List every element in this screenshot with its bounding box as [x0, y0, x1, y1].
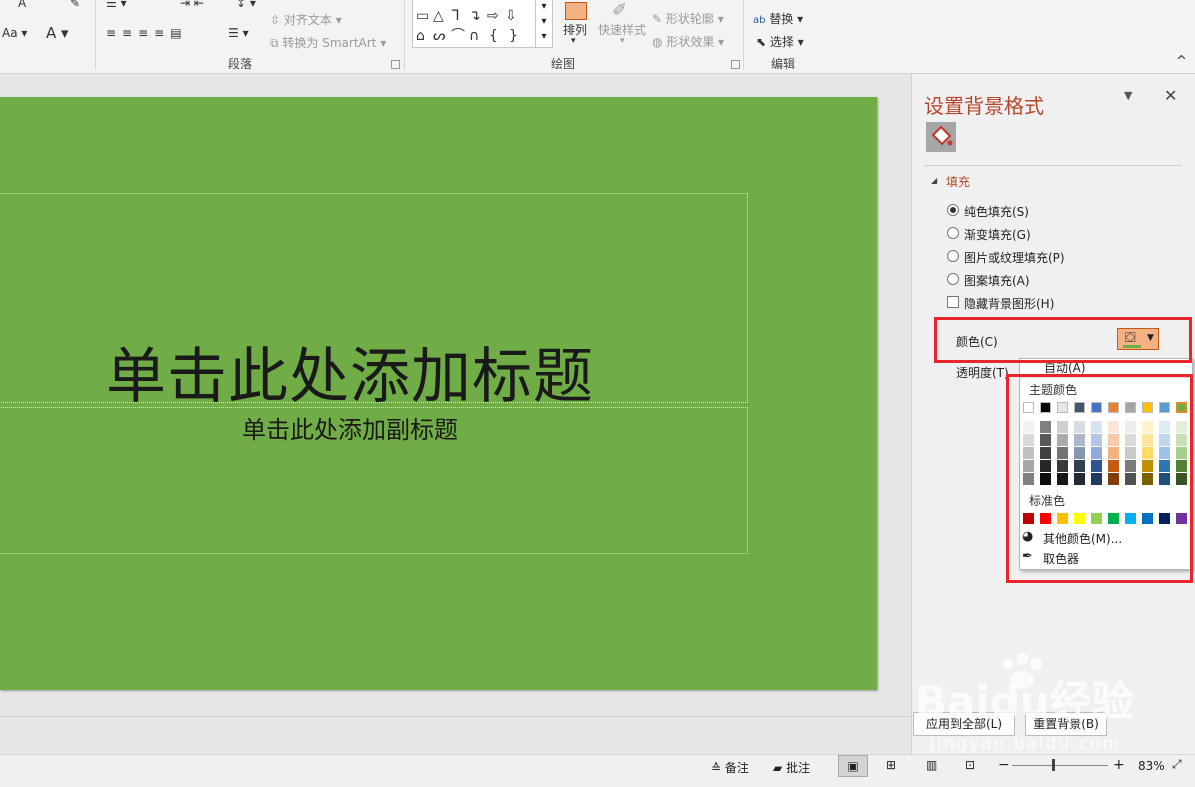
collapse-fill-icon[interactable]: ◢: [931, 176, 937, 185]
picture-fill-label[interactable]: 图片或纹理填充(P): [964, 249, 1065, 266]
quick-styles-icon: ✐: [612, 0, 628, 21]
slide-title[interactable]: 单击此处添加标题: [0, 328, 700, 415]
arrange-icon: [565, 2, 587, 20]
shape-effects-label: 形状效果: [666, 35, 715, 49]
collapse-ribbon-icon[interactable]: ^: [1176, 54, 1187, 69]
drawing-group-label: 绘图: [551, 57, 576, 71]
zoom-out-icon[interactable]: −: [998, 757, 1010, 773]
panel-divider: [924, 165, 1182, 166]
paragraph-group-label: 段落: [228, 57, 253, 71]
font-size-dropdown[interactable]: Aa ▾: [2, 26, 27, 40]
slide-subtitle[interactable]: 单击此处添加副标题: [0, 410, 700, 445]
replace-button[interactable]: ab 替换 ▾: [753, 10, 803, 27]
notes-label: 备注: [724, 761, 749, 775]
elbow-arrow-icon[interactable]: ↴: [469, 9, 481, 23]
ribbon: Aa ▾ A ▾ A ✎ ☰ ▾ ⇥ ⇤ ↕ ▾ ≡≡≡≡▤ ☰ ▾ ⇳ 对齐文…: [0, 0, 1195, 74]
highlight-color-menu: [1006, 374, 1193, 583]
reading-view-icon[interactable]: ▥: [926, 758, 937, 772]
select-label: 选择: [769, 35, 794, 49]
cursor-icon: ⬉: [756, 35, 767, 49]
comments-button[interactable]: ▰ 批注: [773, 759, 810, 776]
fit-slide-icon[interactable]: ⤢: [1172, 757, 1182, 772]
font-color-button[interactable]: A ▾: [46, 24, 69, 42]
left-brace-shape-icon[interactable]: {: [489, 29, 498, 43]
normal-view-icon[interactable]: ▣: [838, 755, 868, 777]
pattern-fill-radio[interactable]: [947, 273, 959, 285]
connector-shape-icon[interactable]: ᒣ: [451, 9, 460, 23]
font-color-icon[interactable]: A: [18, 0, 26, 10]
solid-fill-label[interactable]: 纯色填充(S): [964, 203, 1029, 220]
down-arrow-shape-icon[interactable]: ⇩: [505, 9, 517, 23]
comment-icon: ▰: [773, 761, 783, 775]
fill-bucket-tab-icon[interactable]: [926, 122, 956, 152]
replace-icon: ab: [753, 15, 766, 26]
zoom-slider[interactable]: [1012, 765, 1108, 766]
rectangle-shape-icon[interactable]: ▭: [416, 9, 429, 23]
align-text-label: 对齐文本: [283, 13, 332, 27]
fill-bucket-icon: [931, 125, 953, 146]
zoom-in-icon[interactable]: +: [1113, 757, 1125, 773]
right-arrow-shape-icon[interactable]: ⇨: [487, 9, 499, 23]
notes-pane[interactable]: [0, 716, 910, 755]
hide-bg-graphics-checkbox[interactable]: [947, 296, 959, 308]
curve-shape-icon[interactable]: ∩: [469, 29, 479, 43]
pattern-fill-label[interactable]: 图案填充(A): [964, 272, 1030, 289]
notes-button[interactable]: ≙ 备注: [711, 759, 749, 776]
status-bar: ≙ 备注 ▰ 批注 ▣ ⊞ ▥ ⊡ − + 83% ⤢: [0, 754, 1195, 787]
scribble-shape-icon[interactable]: ᔕ: [433, 29, 445, 43]
slideshow-icon[interactable]: ⊡: [965, 758, 975, 772]
shapes-gallery[interactable]: ▭ △ ᒣ ↴ ⇨ ⇩ ⌂ ᔕ ⌒ ∩ { }: [412, 0, 536, 48]
solid-fill-radio[interactable]: [947, 204, 959, 216]
comments-label: 批注: [786, 761, 811, 775]
zoom-level[interactable]: 83%: [1138, 759, 1165, 773]
effects-icon: ◍: [652, 35, 663, 49]
paragraph-launcher-icon[interactable]: [391, 60, 400, 69]
panel-options-icon[interactable]: ▼: [1124, 89, 1132, 102]
gradient-fill-radio[interactable]: [947, 227, 959, 239]
shape-outline-button[interactable]: ✎ 形状轮廓 ▾: [652, 10, 724, 27]
fill-section-label[interactable]: 填充: [946, 173, 970, 190]
columns-button[interactable]: ☰ ▾: [228, 26, 249, 40]
replace-label: 替换: [769, 12, 794, 26]
highlight-color-row: [934, 317, 1192, 363]
arc-shape-icon[interactable]: ⌒: [451, 29, 465, 43]
hide-bg-graphics-label[interactable]: 隐藏背景图形(H): [964, 295, 1054, 312]
select-button[interactable]: ⬉ 选择 ▾: [756, 33, 804, 50]
shape-outline-label: 形状轮廓: [665, 12, 714, 26]
paw-logo-icon: [996, 652, 1052, 692]
convert-smartart-label: 转换为 SmartArt: [282, 36, 377, 50]
pen-outline-icon: ✎: [652, 12, 663, 26]
align-text-icon: ⇳: [270, 13, 281, 27]
alignment-buttons[interactable]: ≡≡≡≡▤: [106, 26, 188, 40]
right-brace-shape-icon[interactable]: }: [509, 29, 518, 43]
baidu-watermark-url: jingyan.baidu.com: [930, 734, 1121, 754]
editing-group-label: 编辑: [771, 57, 796, 71]
shape-effects-button[interactable]: ◍ 形状效果 ▾: [652, 33, 724, 50]
slide-sorter-icon[interactable]: ⊞: [886, 758, 896, 772]
shapes-scroll[interactable]: ▾ ▾ ▾: [535, 0, 553, 48]
notes-icon: ≙: [711, 761, 722, 775]
line-spacing-button[interactable]: ↕ ▾: [236, 0, 256, 10]
zoom-slider-thumb[interactable]: [1052, 759, 1055, 771]
picture-fill-radio[interactable]: [947, 250, 959, 262]
arrange-dropdown-icon[interactable]: ▾: [571, 36, 576, 46]
bullets-button[interactable]: ☰ ▾: [106, 0, 127, 10]
gradient-fill-label[interactable]: 渐变填充(G): [964, 226, 1031, 243]
close-icon[interactable]: ✕: [1164, 86, 1177, 105]
panel-title: 设置背景格式: [924, 94, 1044, 118]
transparency-label: 透明度(T): [956, 366, 1009, 380]
quick-styles-dropdown-icon[interactable]: ▾: [620, 36, 625, 46]
triangle-shape-icon[interactable]: △: [433, 9, 444, 23]
drawing-launcher-icon[interactable]: [731, 60, 740, 69]
eraser-icon[interactable]: ✎: [70, 0, 80, 10]
convert-smartart-button[interactable]: ⧉ 转换为 SmartArt ▾: [270, 34, 386, 51]
align-text-button[interactable]: ⇳ 对齐文本 ▾: [270, 11, 342, 28]
smartart-icon: ⧉: [270, 36, 279, 50]
freeform-shape-icon[interactable]: ⌂: [416, 29, 425, 43]
indent-button[interactable]: ⇥ ⇤: [180, 0, 204, 10]
